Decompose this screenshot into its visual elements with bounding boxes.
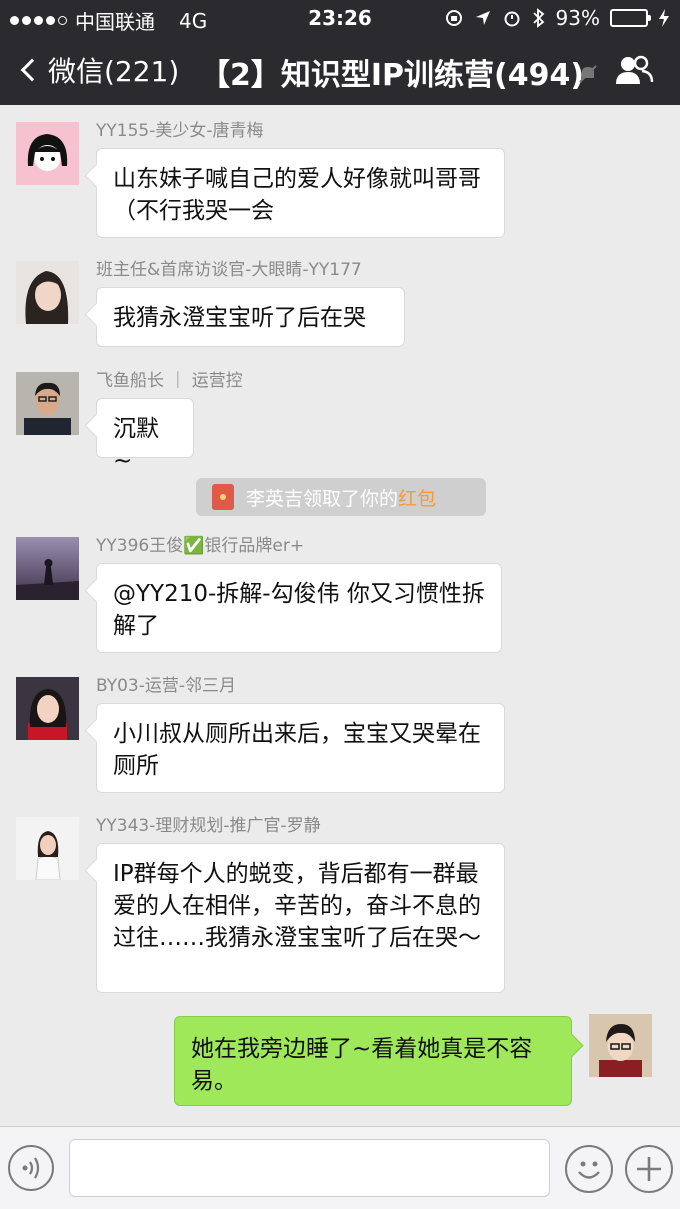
voice-button[interactable] bbox=[8, 1145, 54, 1191]
status-bar: 中国联通 4G 23:26 93% bbox=[0, 0, 680, 36]
avatar[interactable] bbox=[16, 817, 79, 880]
chat-title: 【2】知识型IP训练营(494) bbox=[200, 58, 585, 93]
my-message-bubble[interactable]: 她在我旁边睡了~看着她真是不容易。 bbox=[174, 1016, 572, 1106]
charging-icon bbox=[659, 9, 669, 27]
group-members-icon[interactable] bbox=[614, 54, 654, 86]
message-bubble[interactable]: 山东妹子喊自己的爱人好像就叫哥哥（不行我哭一会 bbox=[96, 148, 505, 238]
back-label: 微信(221) bbox=[48, 55, 180, 88]
top-bar: 中国联通 4G 23:26 93% 微信(221) 【2】知识型IP训练营(49… bbox=[0, 0, 680, 105]
voice-icon bbox=[22, 1157, 40, 1179]
message-bubble[interactable]: @YY210-拆解-勾俊伟 你又习惯性拆解了 bbox=[96, 563, 502, 653]
my-message-item: 她在我旁边睡了~看着她真是不容易。 bbox=[4, 1014, 664, 1109]
alarm-icon bbox=[504, 11, 520, 27]
sender-name: YY396王俊✅银行品牌er+ bbox=[96, 536, 305, 556]
avatar[interactable] bbox=[16, 537, 79, 600]
plus-icon bbox=[637, 1157, 661, 1181]
sender-name: YY155-美少女-唐青梅 bbox=[96, 121, 264, 141]
avatar[interactable] bbox=[16, 372, 79, 435]
message-bubble[interactable]: 小川叔从厕所出来后，宝宝又哭晕在厕所 bbox=[96, 703, 505, 793]
sender-name: 飞鱼船长 ｜ 运营控 bbox=[96, 371, 243, 391]
rotation-lock-icon bbox=[445, 10, 462, 26]
mute-icon bbox=[579, 65, 597, 83]
sender-name: BY03-运营-邻三月 bbox=[96, 676, 237, 696]
sender-name: 班主任&首席访谈官-大眼睛-YY177 bbox=[96, 260, 362, 280]
message-bubble[interactable]: IP群每个人的蜕变，背后都有一群最爱的人在相伴，辛苦的，奋斗不息的过往……我猜永… bbox=[96, 843, 505, 993]
location-icon bbox=[475, 11, 490, 25]
navigation-bar: 微信(221) 【2】知识型IP训练营(494) bbox=[0, 40, 680, 102]
avatar[interactable] bbox=[16, 677, 79, 740]
red-packet-link[interactable]: 红包 bbox=[398, 484, 436, 511]
message-bubble[interactable]: 沉默~ bbox=[96, 398, 194, 474]
notice-text: 李英吉领取了你的 bbox=[246, 487, 399, 510]
emoji-icon bbox=[578, 1161, 600, 1179]
sender-name: YY343-理财规划-推广官-罗静 bbox=[96, 816, 321, 836]
message-bubble[interactable]: 我猜永澄宝宝听了后在哭 bbox=[96, 287, 405, 347]
back-chevron-icon bbox=[20, 58, 44, 82]
message-input[interactable] bbox=[69, 1139, 550, 1197]
battery-percent: 93% bbox=[555, 6, 600, 30]
avatar[interactable] bbox=[16, 261, 79, 324]
more-button[interactable] bbox=[625, 1145, 673, 1193]
my-avatar[interactable] bbox=[589, 1014, 652, 1077]
bluetooth-icon bbox=[532, 8, 544, 28]
avatar[interactable] bbox=[16, 122, 79, 185]
input-bar bbox=[0, 1126, 680, 1209]
back-button[interactable]: 微信(221) bbox=[18, 50, 179, 90]
system-notice[interactable]: 李英吉领取了你的 红包 bbox=[196, 478, 486, 516]
battery-icon bbox=[610, 9, 651, 27]
red-packet-icon bbox=[212, 484, 234, 510]
emoji-button[interactable] bbox=[565, 1145, 613, 1193]
